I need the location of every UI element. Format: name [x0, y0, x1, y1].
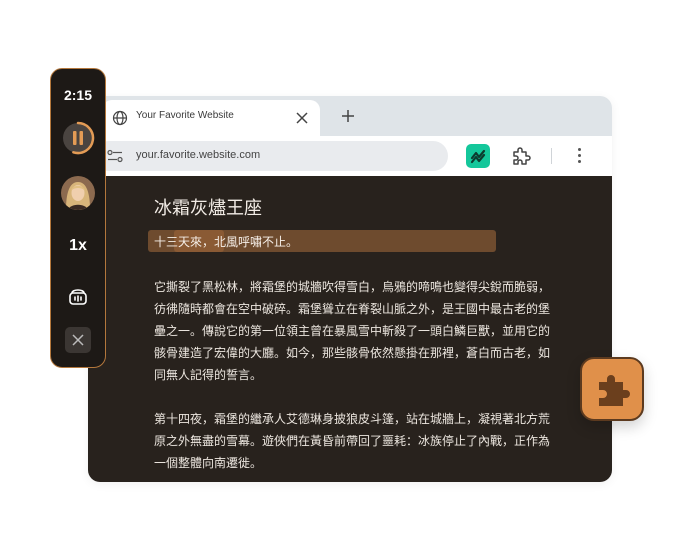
browser-window: Your Favorite Website your.favorite.webs… — [88, 96, 612, 482]
close-icon — [72, 334, 84, 346]
address-bar[interactable]: your.favorite.website.com — [94, 141, 448, 171]
url-text: your.favorite.website.com — [136, 149, 261, 161]
close-player-button[interactable] — [65, 327, 91, 353]
globe-icon — [112, 110, 128, 126]
tab-title: Your Favorite Website — [136, 110, 234, 121]
more-menu-icon[interactable] — [576, 146, 582, 166]
article-paragraph: 第十四夜，霜堡的繼承人艾德琳身披狼皮斗篷，站在城牆上，凝視著北方荒原之外無盡的雪… — [154, 412, 551, 470]
page-content: 冰霜灰燼王座 十三天來，北風呼嘯不止。 它撕裂了黑松林，將霜堡的城牆吹得雪白，烏… — [88, 176, 612, 482]
voice-settings-icon[interactable] — [67, 285, 89, 307]
tab-close-icon[interactable] — [294, 110, 310, 126]
tab-bar: Your Favorite Website — [88, 96, 612, 136]
reader-player: 2:15 1x — [50, 68, 106, 368]
highlighted-sentence: 十三天來，北風呼嘯不止。 — [154, 235, 299, 249]
article-title: 冰霜灰燼王座 — [154, 198, 262, 218]
browser-toolbar: your.favorite.website.com — [88, 136, 612, 176]
pause-button[interactable] — [60, 120, 96, 156]
playback-time: 2:15 — [63, 87, 93, 103]
extensions-puzzle-icon[interactable] — [510, 145, 532, 167]
puzzle-icon — [599, 375, 630, 406]
pause-icon — [63, 121, 95, 155]
playback-speed[interactable]: 1x — [51, 237, 105, 255]
extension-brand-icon[interactable] — [466, 144, 490, 168]
browser-tab[interactable]: Your Favorite Website — [102, 100, 320, 136]
new-tab-icon[interactable] — [340, 108, 356, 124]
floating-extension-button[interactable] — [580, 357, 644, 421]
site-settings-icon[interactable] — [106, 149, 124, 163]
voice-avatar[interactable] — [61, 176, 95, 210]
article-paragraph: 它撕裂了黑松林，將霜堡的城牆吹得雪白，烏鴉的啼鳴也變得尖銳而脆弱，彷彿隨時都會在… — [154, 280, 551, 382]
toolbar-divider — [551, 148, 552, 164]
